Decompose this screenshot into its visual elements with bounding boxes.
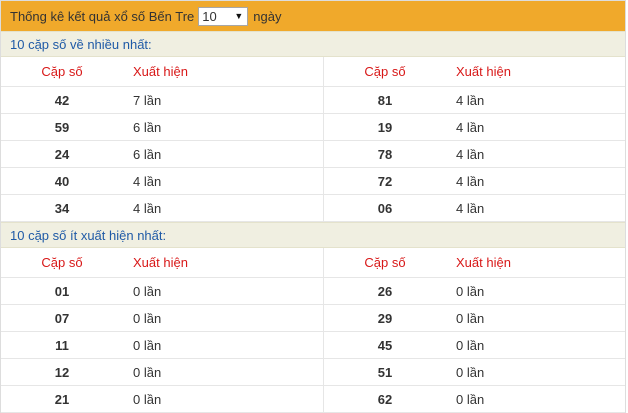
most-frequent-table: Cặp số Xuất hiện Cặp số Xuất hiện 42 7 l… bbox=[1, 57, 625, 222]
table-header-row: Cặp số Xuất hiện Cặp số Xuất hiện bbox=[1, 57, 625, 87]
pair-count: 6 lần bbox=[123, 113, 324, 141]
pair-number: 26 bbox=[323, 277, 446, 305]
table-row: 11 0 lần 45 0 lần bbox=[1, 331, 625, 359]
table-row: 21 0 lần 62 0 lần bbox=[1, 385, 625, 413]
pair-count: 4 lần bbox=[446, 167, 625, 195]
table-row: 40 4 lần 72 4 lần bbox=[1, 167, 625, 195]
days-suffix: ngày bbox=[253, 8, 282, 24]
most-frequent-heading: 10 cặp số về nhiều nhất: bbox=[1, 31, 625, 57]
pair-number: 29 bbox=[323, 304, 446, 332]
pair-count: 0 lần bbox=[446, 331, 625, 359]
pair-count: 0 lần bbox=[123, 385, 324, 413]
table-header-row: Cặp số Xuất hiện Cặp số Xuất hiện bbox=[1, 248, 625, 278]
pair-count: 0 lần bbox=[123, 358, 324, 386]
pair-number: 34 bbox=[1, 194, 123, 222]
table-row: 34 4 lần 06 4 lần bbox=[1, 194, 625, 222]
pair-number: 01 bbox=[1, 277, 123, 305]
pair-count: 0 lần bbox=[446, 304, 625, 332]
pair-count: 4 lần bbox=[123, 194, 324, 222]
pair-number: 42 bbox=[1, 86, 123, 114]
table-row: 59 6 lần 19 4 lần bbox=[1, 113, 625, 141]
pair-number: 19 bbox=[323, 113, 446, 141]
days-select[interactable]: 10 ▼ bbox=[198, 6, 249, 26]
col-count-header: Xuất hiện bbox=[123, 248, 324, 278]
pair-count: 0 lần bbox=[446, 358, 625, 386]
chevron-down-icon: ▼ bbox=[234, 11, 244, 21]
filter-label: Thống kê kết quả xổ số Bến Tre bbox=[10, 8, 195, 24]
table-row: 42 7 lần 81 4 lần bbox=[1, 86, 625, 114]
pair-number: 72 bbox=[323, 167, 446, 195]
col-count-header: Xuất hiện bbox=[123, 57, 324, 87]
table-row: 24 6 lần 78 4 lần bbox=[1, 140, 625, 168]
table-row: 01 0 lần 26 0 lần bbox=[1, 277, 625, 305]
pair-count: 7 lần bbox=[123, 86, 324, 114]
pair-number: 78 bbox=[323, 140, 446, 168]
table-row: 12 0 lần 51 0 lần bbox=[1, 358, 625, 386]
pair-number: 07 bbox=[1, 304, 123, 332]
col-pair-header: Cặp số bbox=[1, 248, 123, 278]
pair-count: 4 lần bbox=[446, 194, 625, 222]
pair-count: 4 lần bbox=[123, 167, 324, 195]
col-pair-header: Cặp số bbox=[1, 57, 123, 87]
col-pair-header: Cặp số bbox=[323, 57, 446, 87]
least-frequent-table: Cặp số Xuất hiện Cặp số Xuất hiện 01 0 l… bbox=[1, 248, 625, 413]
pair-number: 24 bbox=[1, 140, 123, 168]
pair-number: 59 bbox=[1, 113, 123, 141]
pair-number: 45 bbox=[323, 331, 446, 359]
pair-number: 11 bbox=[1, 331, 123, 359]
pair-number: 21 bbox=[1, 385, 123, 413]
pair-count: 0 lần bbox=[446, 385, 625, 413]
pair-number: 62 bbox=[323, 385, 446, 413]
col-count-header: Xuất hiện bbox=[446, 57, 625, 87]
filter-bar: Thống kê kết quả xổ số Bến Tre 10 ▼ ngày bbox=[1, 1, 625, 31]
pair-number: 12 bbox=[1, 358, 123, 386]
pair-count: 0 lần bbox=[123, 304, 324, 332]
pair-count: 0 lần bbox=[446, 277, 625, 305]
pair-count: 0 lần bbox=[123, 331, 324, 359]
pair-number: 40 bbox=[1, 167, 123, 195]
pair-number: 51 bbox=[323, 358, 446, 386]
pair-number: 81 bbox=[323, 86, 446, 114]
pair-count: 6 lần bbox=[123, 140, 324, 168]
pair-number: 06 bbox=[323, 194, 446, 222]
pair-count: 4 lần bbox=[446, 86, 625, 114]
least-frequent-heading: 10 cặp số ít xuất hiện nhất: bbox=[1, 222, 625, 248]
stats-panel: Thống kê kết quả xổ số Bến Tre 10 ▼ ngày… bbox=[0, 0, 626, 413]
days-select-value: 10 bbox=[202, 8, 217, 24]
pair-count: 0 lần bbox=[123, 277, 324, 305]
col-count-header: Xuất hiện bbox=[446, 248, 625, 278]
pair-count: 4 lần bbox=[446, 140, 625, 168]
table-row: 07 0 lần 29 0 lần bbox=[1, 304, 625, 332]
pair-count: 4 lần bbox=[446, 113, 625, 141]
col-pair-header: Cặp số bbox=[323, 248, 446, 278]
